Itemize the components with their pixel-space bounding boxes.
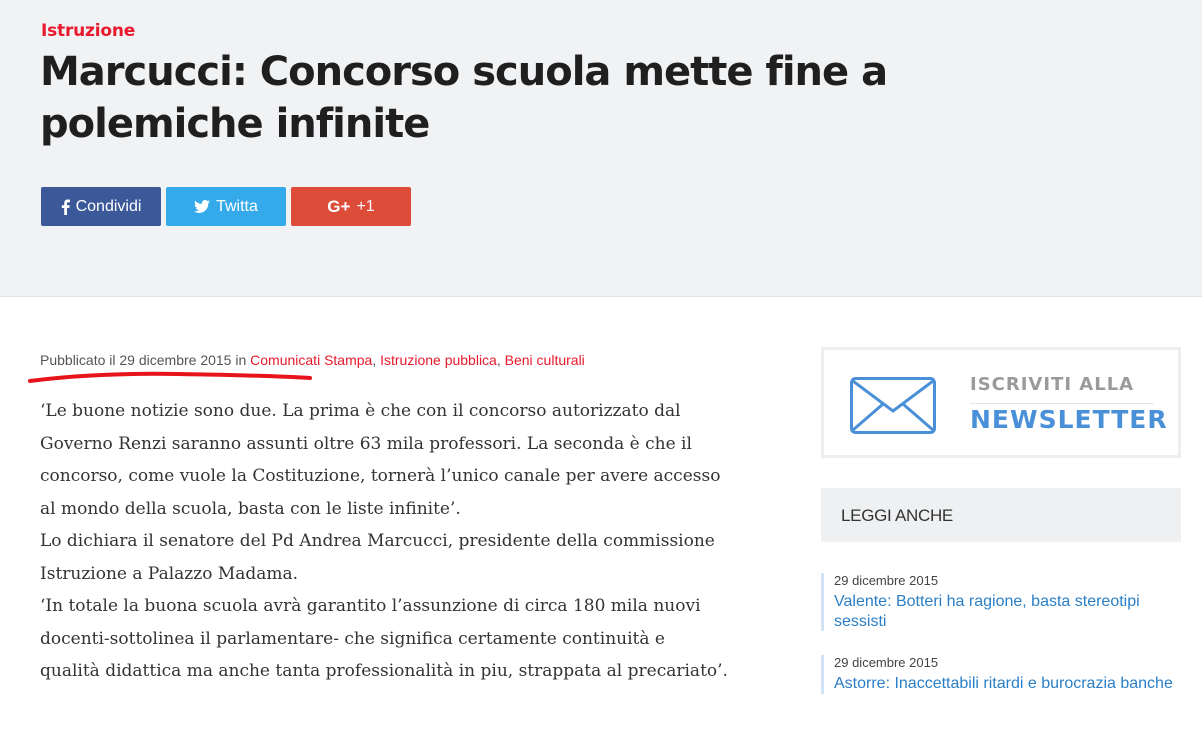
facebook-icon [61,199,70,215]
related-link[interactable]: Astorre: Inaccettabili ritardi e burocra… [834,674,1181,694]
facebook-share-label: Condividi [75,197,142,215]
related-date: 29 dicembre 2015 [834,573,939,588]
google-plus-share-label: +1 [356,197,375,215]
article-paragraph: Lo dichiara il senatore del Pd Andrea Ma… [40,531,715,584]
newsletter-divider [970,403,1154,404]
article-paragraph: ‘Le buone notizie sono due. La prima è c… [40,401,721,519]
google-plus-icon: G+ [327,196,351,216]
envelope-icon [850,377,936,434]
red-underline-annotation [28,371,312,383]
google-plus-share-button[interactable]: G+ +1 [291,187,411,226]
related-article: 29 dicembre 2015 Astorre: Inaccettabili … [821,655,1181,694]
twitter-share-label: Twitta [216,197,258,215]
newsletter-line2: NEWSLETTER [970,405,1168,434]
twitter-share-button[interactable]: Twitta [166,187,286,226]
category-link-comunicati[interactable]: Comunicati Stampa [250,352,372,368]
category-link-beni-culturali[interactable]: Beni culturali [505,352,585,368]
facebook-share-button[interactable]: Condividi [41,187,161,226]
published-date: 29 dicembre 2015 [119,352,232,368]
article-paragraph: ‘In totale la buona scuola avrà garantit… [40,596,728,681]
category-separator: , [496,352,505,368]
published-in: in [235,352,247,368]
category-link-istruzione[interactable]: Istruzione pubblica [380,352,497,368]
related-date: 29 dicembre 2015 [834,655,939,670]
article-body: ‘Le buone notizie sono due. La prima è c… [40,395,730,688]
leggi-anche-title: LEGGI ANCHE [841,506,953,525]
share-buttons: Condividi Twitta G+ +1 [41,187,411,226]
publication-meta: Pubblicato il 29 dicembre 2015 in Comuni… [40,352,585,368]
category-label[interactable]: Istruzione [41,21,135,41]
related-link[interactable]: Valente: Botteri ha ragione, basta stere… [834,592,1181,631]
category-separator: , [372,352,381,368]
newsletter-signup-banner[interactable]: ISCRIVITI ALLA NEWSLETTER [821,347,1181,458]
related-article: 29 dicembre 2015 Valente: Botteri ha rag… [821,573,1181,631]
leggi-anche-header: LEGGI ANCHE [821,488,1181,542]
twitter-icon [194,200,211,213]
newsletter-line1: ISCRIVITI ALLA [970,374,1135,395]
page-title: Marcucci: Concorso scuola mette fine a p… [40,49,888,147]
article-header: Istruzione Marcucci: Concorso scuola met… [0,0,1202,297]
published-prefix: Pubblicato il [40,352,116,368]
